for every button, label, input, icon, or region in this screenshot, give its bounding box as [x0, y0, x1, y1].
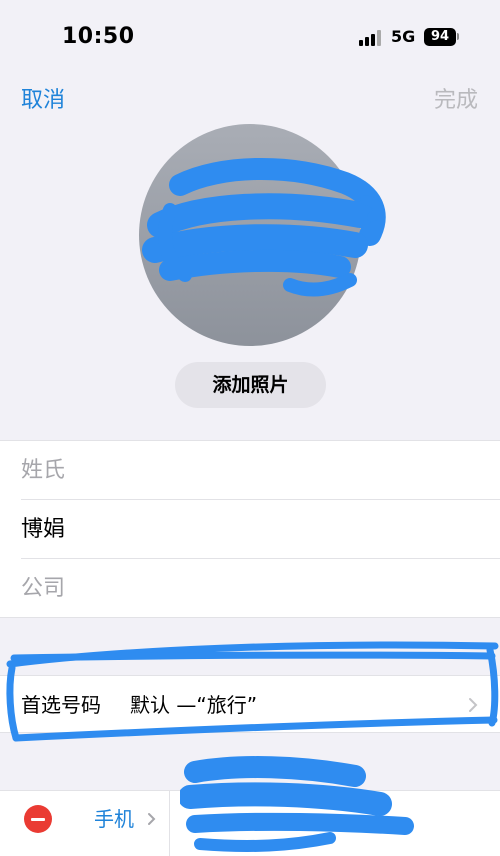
network-type: 5G: [391, 27, 416, 46]
preferred-number-label: 首选号码: [21, 693, 101, 717]
company-field[interactable]: 公司: [21, 559, 500, 618]
status-time: 10:50: [62, 24, 135, 49]
preferred-number-row[interactable]: 首选号码 默认 —“旅行”: [0, 675, 500, 733]
first-name-field[interactable]: 博娟: [21, 500, 500, 559]
add-photo-button[interactable]: 添加照片: [175, 362, 326, 408]
cancel-button[interactable]: 取消: [21, 82, 65, 114]
divider: [169, 791, 170, 856]
phone-number-field[interactable]: [185, 791, 485, 856]
remove-phone-button[interactable]: [24, 805, 52, 833]
phone-type-label[interactable]: 手机: [94, 805, 134, 833]
chevron-right-icon: [469, 698, 478, 712]
last-name-field[interactable]: 姓氏: [21, 441, 500, 500]
name-fields-group: 姓氏 博娟 公司: [0, 440, 500, 618]
cellular-signal-icon: [359, 30, 385, 46]
battery-icon: 94: [424, 28, 456, 46]
preferred-number-value: 默认 —“旅行”: [130, 693, 258, 717]
battery-tip: [457, 33, 459, 40]
phone-row: 手机: [0, 790, 500, 856]
status-bar: 10:50 5G 94: [0, 0, 500, 70]
done-button[interactable]: 完成: [434, 82, 478, 114]
chevron-right-icon: [148, 813, 156, 825]
redaction-scribble: [142, 158, 386, 297]
